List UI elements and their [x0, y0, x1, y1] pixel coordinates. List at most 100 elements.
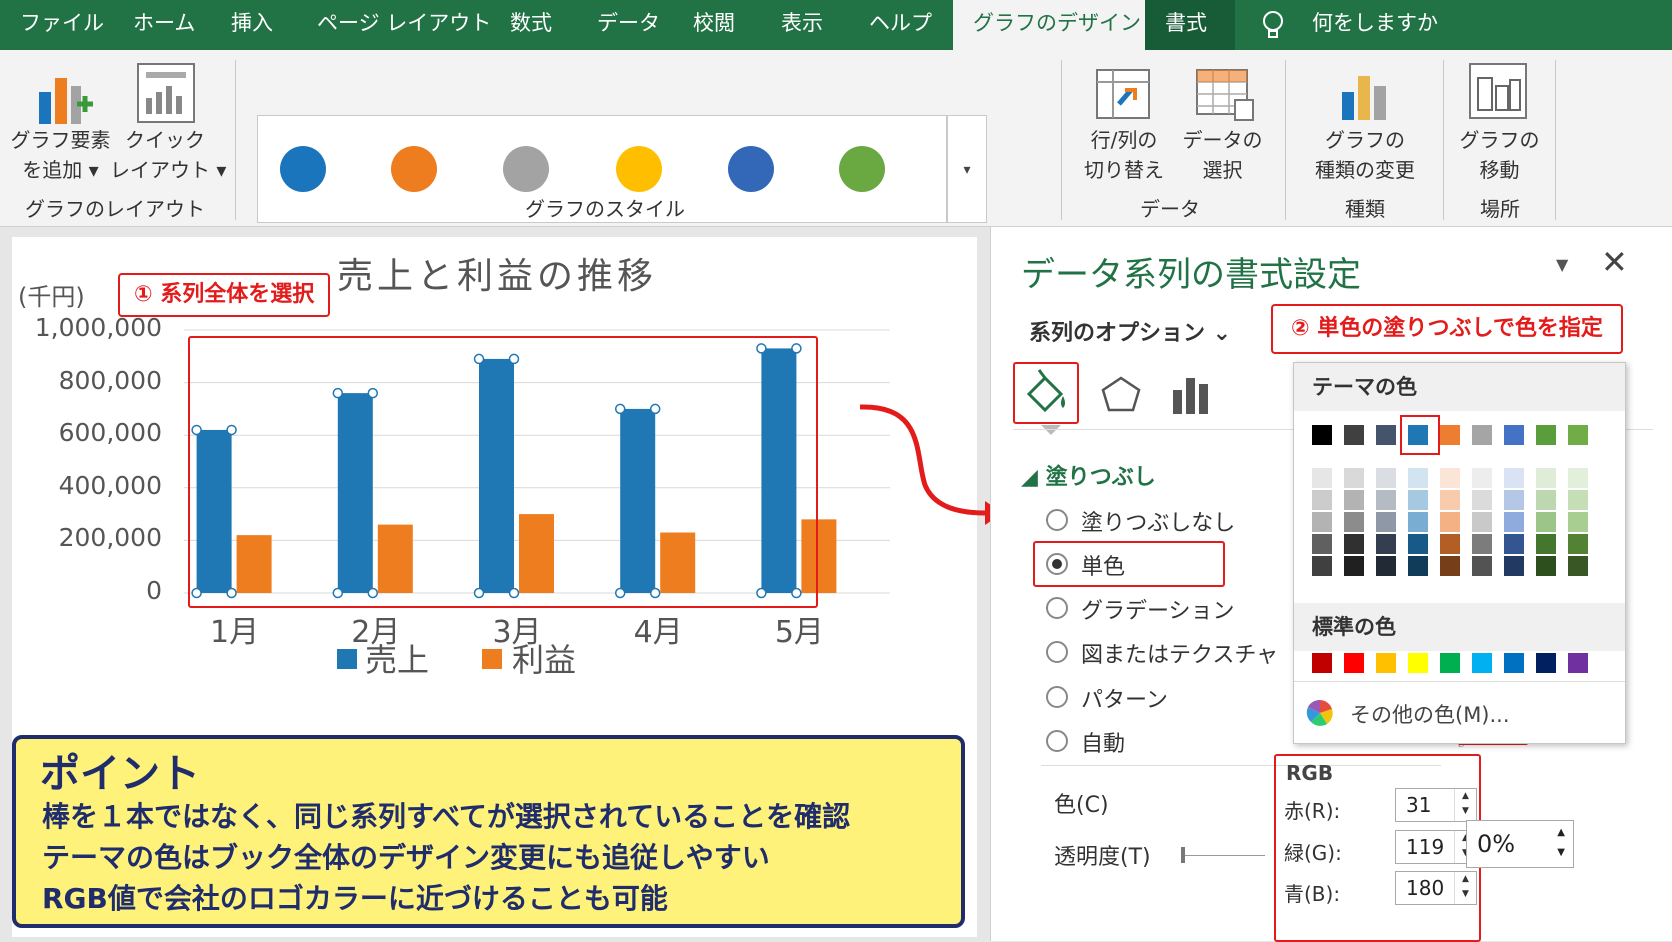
theme-color-swatch[interactable]	[1440, 425, 1460, 445]
radio-automatic-fill[interactable]	[1046, 730, 1068, 752]
switch-row-column-button[interactable]: 行/列の 切り替え	[1078, 125, 1170, 185]
theme-color-swatch[interactable]	[1504, 425, 1524, 445]
shade-swatch[interactable]	[1408, 512, 1428, 532]
shade-swatch[interactable]	[1376, 534, 1396, 554]
shade-swatch[interactable]	[1536, 512, 1556, 532]
shade-swatch[interactable]	[1408, 556, 1428, 576]
theme-color-swatch[interactable]	[1376, 425, 1396, 445]
shade-swatch[interactable]	[1504, 490, 1524, 510]
tab-format[interactable]: 書式	[1145, 0, 1235, 50]
series-options-dropdown[interactable]: 系列のオプション ⌄	[1029, 315, 1231, 347]
shade-swatch[interactable]	[1312, 556, 1332, 576]
shade-swatch[interactable]	[1344, 490, 1364, 510]
shade-swatch[interactable]	[1568, 490, 1588, 510]
shade-swatch[interactable]	[1376, 490, 1396, 510]
shade-swatch[interactable]	[1376, 468, 1396, 488]
shade-swatch[interactable]	[1312, 512, 1332, 532]
shade-swatch[interactable]	[1568, 512, 1588, 532]
blue-input[interactable]: 180 ▲ ▼	[1395, 871, 1477, 905]
red-spinner[interactable]: ▲ ▼	[1454, 789, 1476, 821]
shade-swatch[interactable]	[1344, 468, 1364, 488]
standard-color-swatch[interactable]	[1536, 653, 1556, 673]
fill-section-toggle[interactable]: ◢ 塗りつぶし	[1021, 459, 1156, 491]
shade-swatch[interactable]	[1472, 468, 1492, 488]
shade-swatch[interactable]	[1408, 468, 1428, 488]
shade-swatch[interactable]	[1312, 534, 1332, 554]
shade-swatch[interactable]	[1472, 556, 1492, 576]
shade-swatch[interactable]	[1472, 534, 1492, 554]
menu-home[interactable]: ホーム	[133, 0, 195, 50]
select-data-button[interactable]: データの 選択	[1175, 125, 1270, 185]
standard-color-swatch[interactable]	[1472, 653, 1492, 673]
shade-swatch[interactable]	[1536, 534, 1556, 554]
standard-color-swatch[interactable]	[1344, 653, 1364, 673]
quick-layout-button[interactable]: クイック レイアウト ▾	[110, 125, 226, 185]
shade-swatch[interactable]	[1440, 490, 1460, 510]
shade-swatch[interactable]	[1568, 468, 1588, 488]
shade-swatch[interactable]	[1536, 556, 1556, 576]
radio-gradient-fill[interactable]	[1046, 597, 1068, 619]
standard-color-swatch[interactable]	[1568, 653, 1588, 673]
green-input[interactable]: 119▲▼	[1395, 830, 1477, 864]
standard-color-swatch[interactable]	[1312, 653, 1332, 673]
color-dot-2[interactable]	[391, 146, 437, 192]
more-colors-option[interactable]: その他の色(M)...	[1350, 699, 1510, 729]
gallery-more-button[interactable]: ▾	[947, 115, 987, 223]
transparency-slider-track[interactable]	[1185, 855, 1265, 856]
color-dot-5[interactable]	[728, 146, 774, 192]
change-chart-type-button[interactable]: グラフの 種類の変更	[1300, 125, 1430, 185]
shade-swatch[interactable]	[1568, 534, 1588, 554]
shade-swatch[interactable]	[1408, 490, 1428, 510]
theme-color-swatch[interactable]	[1568, 425, 1588, 445]
move-chart-button[interactable]: グラフの 移動	[1452, 125, 1547, 185]
theme-shades-grid[interactable]	[1294, 468, 1627, 598]
menu-review[interactable]: 校閲	[693, 0, 735, 50]
pane-menu-button[interactable]: ▼	[1556, 255, 1568, 274]
shade-swatch[interactable]	[1376, 512, 1396, 532]
shade-swatch[interactable]	[1440, 468, 1460, 488]
menu-data[interactable]: データ	[597, 0, 660, 50]
blue-spinner[interactable]: ▲ ▼	[1454, 872, 1476, 904]
shade-swatch[interactable]	[1312, 468, 1332, 488]
color-dot-3[interactable]	[503, 146, 549, 192]
fill-line-tab[interactable]	[1013, 362, 1079, 424]
theme-color-swatch[interactable]	[1344, 425, 1364, 445]
shade-swatch[interactable]	[1376, 556, 1396, 576]
shade-swatch[interactable]	[1440, 512, 1460, 532]
shade-swatch[interactable]	[1344, 512, 1364, 532]
radio-no-fill[interactable]	[1046, 509, 1068, 531]
shade-swatch[interactable]	[1312, 490, 1332, 510]
series-options-tab-icon[interactable]	[1169, 372, 1213, 420]
tab-chart-design[interactable]: グラフのデザイン	[953, 0, 1145, 50]
transparency-input[interactable]: 0% ▲ ▼	[1466, 820, 1574, 868]
standard-color-swatch[interactable]	[1504, 653, 1524, 673]
shade-swatch[interactable]	[1504, 556, 1524, 576]
radio-solid-fill[interactable]	[1046, 553, 1068, 575]
shade-swatch[interactable]	[1568, 556, 1588, 576]
shade-swatch[interactable]	[1536, 468, 1556, 488]
shade-swatch[interactable]	[1344, 534, 1364, 554]
shade-swatch[interactable]	[1440, 556, 1460, 576]
close-icon[interactable]: ✕	[1601, 243, 1628, 281]
theme-color-swatch[interactable]	[1536, 425, 1556, 445]
menu-page-layout[interactable]: ページ レイアウト	[317, 0, 491, 50]
radio-picture-fill[interactable]	[1046, 641, 1068, 663]
add-chart-element-button[interactable]: グラフ要素 を追加 ▾	[8, 125, 113, 185]
menu-insert[interactable]: 挿入	[231, 0, 273, 50]
color-dot-1[interactable]	[280, 146, 326, 192]
red-input[interactable]: 31 ▲ ▼	[1395, 788, 1477, 822]
shade-swatch[interactable]	[1504, 468, 1524, 488]
theme-color-swatch[interactable]	[1312, 425, 1332, 445]
tell-me-search[interactable]: 何をしますか	[1312, 0, 1438, 50]
color-dot-6[interactable]	[839, 146, 885, 192]
color-dot-4[interactable]	[616, 146, 662, 192]
theme-color-swatch[interactable]	[1472, 425, 1492, 445]
menu-formulas[interactable]: 数式	[510, 0, 552, 50]
shade-swatch[interactable]	[1472, 512, 1492, 532]
shade-swatch[interactable]	[1536, 490, 1556, 510]
radio-pattern-fill[interactable]	[1046, 686, 1068, 708]
standard-color-swatch[interactable]	[1440, 653, 1460, 673]
effects-tab-icon[interactable]	[1099, 372, 1143, 420]
standard-color-swatch[interactable]	[1408, 653, 1428, 673]
shade-swatch[interactable]	[1440, 534, 1460, 554]
